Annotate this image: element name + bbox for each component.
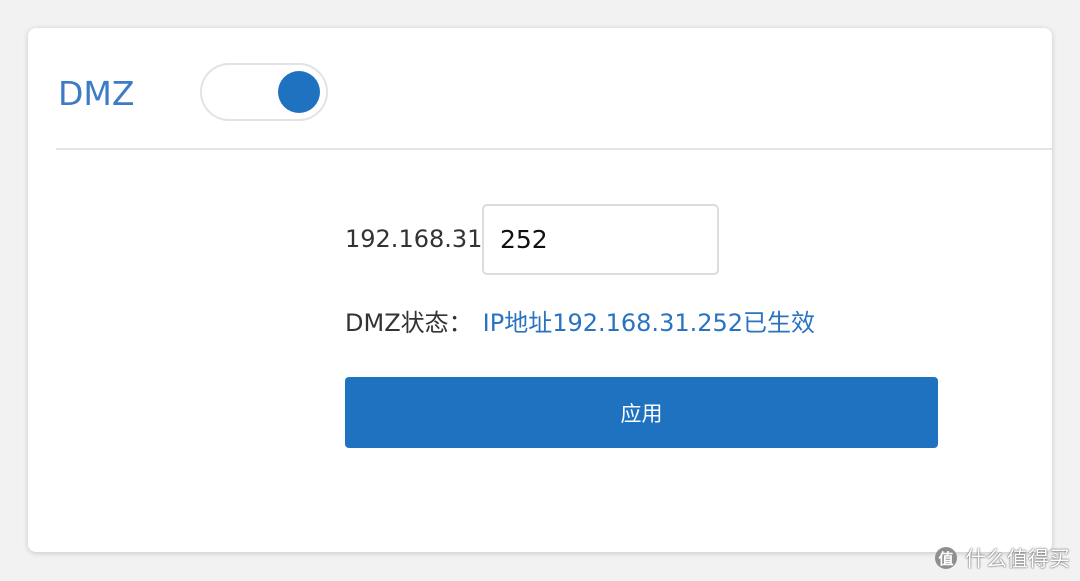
- watermark-logo-icon: 值: [935, 547, 957, 569]
- dmz-toggle-switch[interactable]: [200, 63, 328, 121]
- watermark-text: 什么值得买: [965, 547, 1070, 571]
- status-value: IP地址192.168.31.252已生效: [482, 309, 816, 337]
- apply-button[interactable]: 应用: [345, 377, 938, 448]
- toggle-knob: [278, 71, 320, 113]
- dmz-status-row: DMZ状态： IP地址192.168.31.252已生效: [345, 308, 815, 338]
- status-label: DMZ状态：: [345, 309, 473, 337]
- dmz-settings-card: DMZ 192.168.31. DMZ状态： IP地址192.168.31.252…: [28, 28, 1052, 552]
- watermark: 值 什么值得买: [935, 543, 1070, 573]
- page-title: DMZ: [58, 74, 135, 113]
- section-divider: [56, 148, 1052, 150]
- ip-prefix-label: 192.168.31.: [345, 225, 491, 253]
- ip-last-octet-input[interactable]: [482, 204, 719, 275]
